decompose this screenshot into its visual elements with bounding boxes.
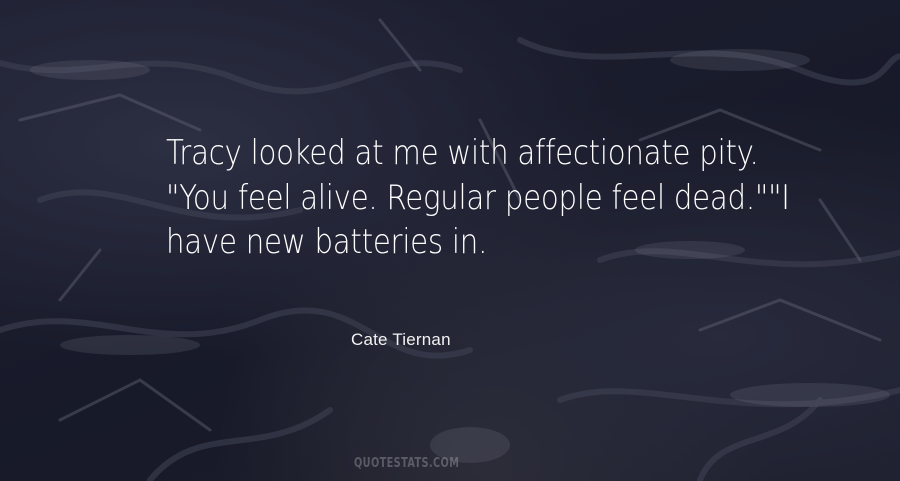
quote-author: Cate Tiernan [351, 330, 451, 349]
quote-block: Tracy looked at me with affectionate pit… [166, 131, 806, 265]
site-watermark: QUOTESTATS.COM [354, 456, 460, 471]
quote-card: Tracy looked at me with affectionate pit… [0, 0, 900, 481]
quote-text: Tracy looked at me with affectionate pit… [166, 133, 790, 262]
